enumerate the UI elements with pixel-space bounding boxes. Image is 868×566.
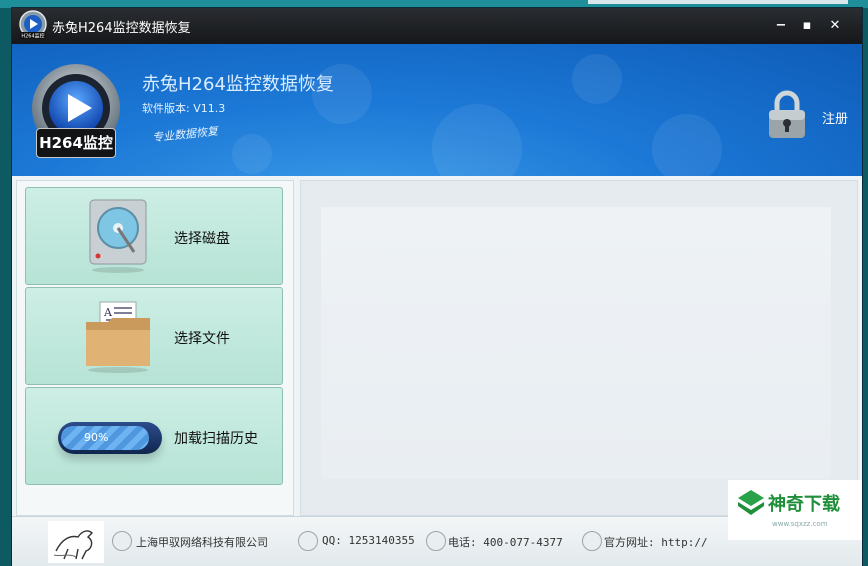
watermark: 神奇下载 www.sqxzz.com bbox=[728, 480, 862, 540]
qq-icon bbox=[298, 531, 318, 551]
svg-text:A: A bbox=[103, 306, 113, 319]
globe-icon bbox=[582, 531, 602, 551]
folder-document-icon: A bbox=[86, 301, 150, 373]
building-icon bbox=[112, 531, 132, 551]
content-panel bbox=[300, 180, 858, 516]
header-banner: H264监控 赤兔H264监控数据恢复 软件版本: V11.3 专业数据恢复 注… bbox=[12, 44, 862, 176]
logo-label: H264监控 bbox=[36, 128, 116, 158]
window-title: 赤兔H264监控数据恢复 bbox=[52, 21, 191, 36]
watermark-text: 神奇下载 bbox=[768, 494, 840, 515]
register-link[interactable]: 注册 bbox=[822, 108, 848, 127]
app-name: 赤兔H264监控数据恢复 bbox=[142, 74, 334, 95]
select-file-label: 选择文件 bbox=[174, 331, 230, 347]
app-version: 软件版本: V11.3 bbox=[142, 102, 226, 115]
phone-number: 电话: 400-077-4377 bbox=[448, 536, 563, 549]
company-logo-icon bbox=[48, 521, 104, 563]
slogan: 专业数据恢复 bbox=[151, 124, 219, 145]
app-logo-icon: H264监控 bbox=[19, 10, 47, 40]
load-scan-history-button[interactable]: 90% 加载扫描历史 bbox=[25, 387, 283, 485]
phone-icon bbox=[426, 531, 446, 551]
watermark-url: www.sqxzz.com bbox=[772, 520, 828, 528]
select-disk-button[interactable]: 选择磁盘 bbox=[25, 187, 283, 285]
content-area bbox=[321, 207, 831, 479]
nav-panel: 选择磁盘 A 选择文件 90% 加载扫描历史 bbox=[16, 180, 294, 516]
close-button[interactable]: ✕ bbox=[824, 15, 846, 37]
minimize-button[interactable]: − bbox=[770, 15, 792, 37]
desktop-top-strip bbox=[0, 0, 868, 8]
select-file-button[interactable]: A 选择文件 bbox=[25, 287, 283, 385]
title-bar: H264监控 赤兔H264监控数据恢复 − ▪ ✕ bbox=[12, 8, 862, 44]
app-window: H264监控 赤兔H264监控数据恢复 − ▪ ✕ H264监控 赤兔H264监… bbox=[12, 8, 862, 566]
lock-icon[interactable] bbox=[766, 88, 808, 140]
progress-icon: 90% bbox=[58, 422, 162, 454]
company-name: 上海甲驭网络科技有限公司 bbox=[136, 536, 268, 549]
title-logo-label: H264监控 bbox=[21, 33, 44, 40]
hard-disk-icon bbox=[89, 199, 147, 273]
website-link[interactable]: 官方网址: http:// bbox=[604, 534, 708, 550]
maximize-button[interactable]: ▪ bbox=[796, 15, 818, 37]
progress-text: 90% bbox=[84, 431, 109, 444]
load-scan-history-label: 加载扫描历史 bbox=[174, 431, 258, 447]
watermark-logo-icon bbox=[738, 490, 764, 515]
select-disk-label: 选择磁盘 bbox=[174, 231, 230, 247]
qq-number: QQ: 1253140355 bbox=[322, 534, 415, 547]
